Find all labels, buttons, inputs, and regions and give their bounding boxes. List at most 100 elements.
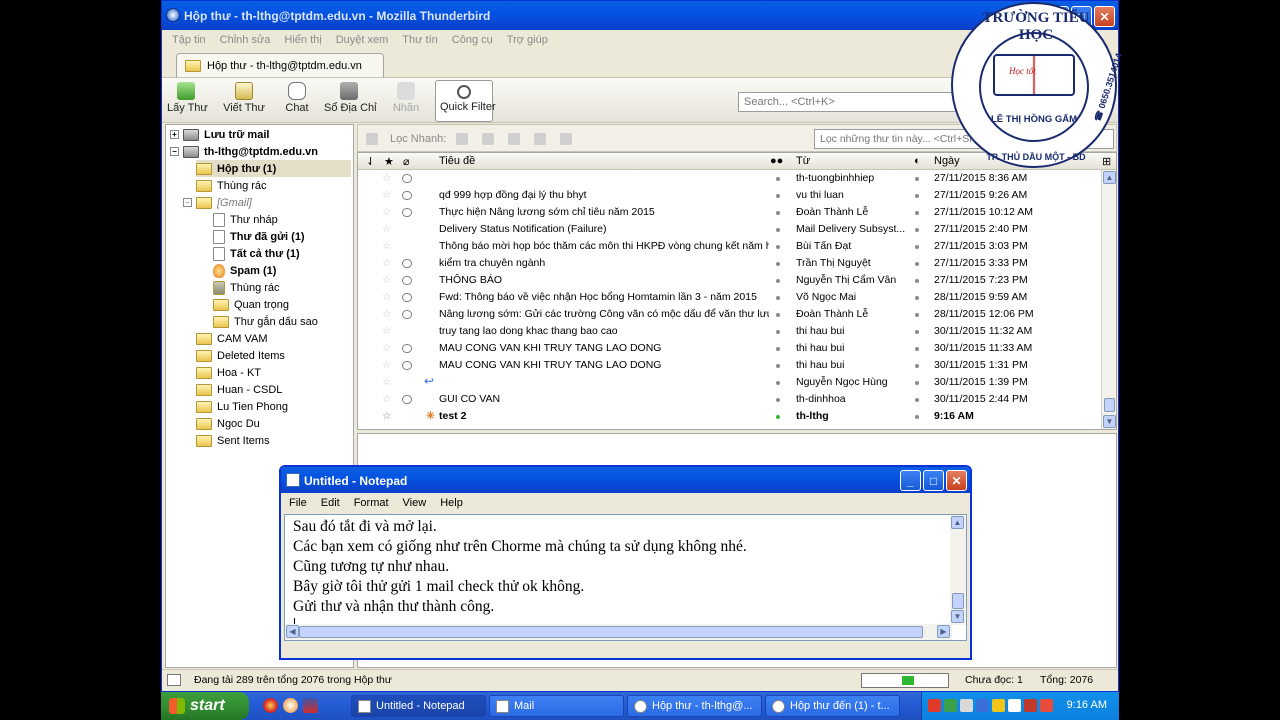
junk-status-icon[interactable] xyxy=(915,313,919,317)
star-icon[interactable]: ☆ xyxy=(382,257,391,269)
folder-sent-items[interactable]: Sent Items xyxy=(196,432,270,449)
message-row[interactable]: ☆ kiểm tra chuyên ngành Trần Thị Nguyệt 27/… xyxy=(358,255,1102,272)
attachment-column-icon[interactable]: ⌀ xyxy=(403,155,410,168)
read-status-icon[interactable] xyxy=(776,398,780,402)
unread-status-icon[interactable] xyxy=(776,415,780,419)
network-icon[interactable] xyxy=(944,699,957,712)
online-status-icon[interactable] xyxy=(167,674,181,686)
start-button[interactable]: start xyxy=(161,692,249,720)
folder-hoa-kt[interactable]: Hoa - KT xyxy=(196,364,261,381)
junk-status-icon[interactable] xyxy=(915,262,919,266)
junk-status-icon[interactable] xyxy=(915,398,919,402)
message-row[interactable]: ☆ ↩ Nguyễn Ngọc Hùng 30/11/2015 1:39 PM xyxy=(358,374,1102,391)
star-icon[interactable]: ☆ xyxy=(382,342,391,354)
message-row[interactable]: ☆ Thông báo mời họp bóc thăm các môn thi … xyxy=(358,238,1102,255)
junk-status-icon[interactable] xyxy=(915,228,919,232)
tag-filter-icon[interactable] xyxy=(534,133,546,145)
folder-lu-tien-phong[interactable]: Lu Tien Phong xyxy=(196,398,288,415)
star-icon[interactable]: ☆ xyxy=(382,172,391,184)
star-icon[interactable]: ☆ xyxy=(382,376,391,388)
security-icon[interactable] xyxy=(992,699,1005,712)
junk-column-icon[interactable]: ◐ xyxy=(914,155,921,167)
folder-inbox[interactable]: Hộp thư (1) xyxy=(196,160,351,177)
message-row[interactable]: ☆ Nâng lương sớm: Gửi các trường Công văn… xyxy=(358,306,1102,323)
star-icon[interactable]: ☆ xyxy=(382,274,391,286)
folder-gmail-trash[interactable]: Thùng rác xyxy=(213,279,280,296)
message-row[interactable]: ☆ truy tang lao dong khac thang bao cao th… xyxy=(358,323,1102,340)
chat-button[interactable]: Chat xyxy=(282,82,312,120)
scroll-thumb[interactable] xyxy=(299,626,923,638)
bluetooth-icon[interactable] xyxy=(976,699,989,712)
account-root[interactable]: − th-lthg@tptdm.edu.vn xyxy=(170,143,318,160)
antivirus-icon[interactable] xyxy=(928,699,941,712)
read-column-icon[interactable]: ●● xyxy=(770,155,783,167)
scroll-up-icon[interactable]: ▲ xyxy=(1103,171,1116,184)
message-row[interactable]: ☆ GUI CO VAN th-dinhhoa 30/11/2015 2:44 PM xyxy=(358,391,1102,408)
read-status-icon[interactable] xyxy=(776,177,780,181)
notepad-horizontal-scrollbar[interactable]: ◀ ▶ xyxy=(285,624,952,640)
firefox-icon[interactable] xyxy=(283,698,298,713)
notepad-menu-view[interactable]: View xyxy=(403,497,427,509)
notepad-menu-format[interactable]: Format xyxy=(354,497,389,509)
message-row-unread[interactable]: ☆ ✳ test 2 th-lthg 9:16 AM xyxy=(358,408,1102,425)
expand-icon[interactable]: + xyxy=(170,130,179,139)
notepad-text-area[interactable]: Sau đó tắt đi và mở lại. Các bạn xem có … xyxy=(284,514,967,641)
notepad-menu-file[interactable]: File xyxy=(289,497,307,509)
folder-cam-vam[interactable]: CAM VAM xyxy=(196,330,268,347)
star-icon[interactable]: ☆ xyxy=(382,291,391,303)
scroll-down-icon[interactable]: ▼ xyxy=(1103,415,1116,428)
read-status-icon[interactable] xyxy=(776,262,780,266)
folder-starred[interactable]: Thư gắn dấu sao xyxy=(213,313,318,330)
taskbar-browser-inbox[interactable]: Hộp thư đến (1) - t... xyxy=(765,695,900,717)
scroll-left-icon[interactable]: ◀ xyxy=(286,625,299,638)
read-status-icon[interactable] xyxy=(776,245,780,249)
collapse-icon[interactable]: − xyxy=(170,147,179,156)
folder-sent[interactable]: Thư đã gửi (1) xyxy=(213,228,305,245)
address-book-button[interactable]: Sổ Địa Chỉ xyxy=(324,82,377,120)
notepad-vertical-scrollbar[interactable]: ▲ ▼ xyxy=(950,515,966,625)
folder-huan-csdl[interactable]: Huan - CSDL xyxy=(196,381,282,398)
tab-inbox[interactable]: Hộp thư - th-lthg@tptdm.edu.vn xyxy=(176,53,384,77)
menu-go[interactable]: Duyệt xem xyxy=(336,34,389,46)
column-from[interactable]: Từ xyxy=(796,155,810,167)
chrome-icon[interactable] xyxy=(263,698,278,713)
message-row[interactable]: ☆ qđ 999 hợp đồng đại lý thu bhyt vu thi l… xyxy=(358,187,1102,204)
message-row[interactable]: ☆ THÔNG BÁO Nguyễn Thị Cẩm Vân 27/11/2015 7… xyxy=(358,272,1102,289)
read-status-icon[interactable] xyxy=(776,296,780,300)
menu-edit[interactable]: Chỉnh sửa xyxy=(220,34,271,46)
notepad-menu-edit[interactable]: Edit xyxy=(321,497,340,509)
message-row[interactable]: ☆ Fwd: Thông báo về việc nhận Học bổng Ho… xyxy=(358,289,1102,306)
scroll-right-icon[interactable]: ▶ xyxy=(937,625,950,638)
folder-archive[interactable]: + Lưu trữ mail xyxy=(170,126,269,143)
read-status-icon[interactable] xyxy=(776,194,780,198)
notepad-maximize-button[interactable]: □ xyxy=(923,470,944,491)
scroll-up-icon[interactable]: ▲ xyxy=(951,516,964,529)
global-search-input[interactable]: Search... <Ctrl+K> xyxy=(738,92,968,112)
message-row[interactable]: ☆ MAU CONG VAN KHI TRUY TANG LAO DONG thi … xyxy=(358,357,1102,374)
junk-status-icon[interactable] xyxy=(915,381,919,385)
star-icon[interactable]: ☆ xyxy=(382,325,391,337)
folder-ngoc-du[interactable]: Ngoc Du xyxy=(196,415,260,432)
star-icon[interactable]: ☆ xyxy=(382,206,391,218)
junk-status-icon[interactable] xyxy=(915,245,919,249)
scroll-down-icon[interactable]: ▼ xyxy=(951,610,964,623)
read-status-icon[interactable] xyxy=(776,364,780,368)
folder-drafts[interactable]: Thư nháp xyxy=(213,211,278,228)
tag-button[interactable]: Nhãn xyxy=(390,82,422,120)
unread-filter-icon[interactable] xyxy=(456,133,468,145)
message-row[interactable]: ☆ Thực hiện Nâng lương sớm chỉ tiêu năm 2… xyxy=(358,204,1102,221)
star-column-icon[interactable]: ★ xyxy=(384,155,394,168)
junk-status-icon[interactable] xyxy=(915,211,919,215)
junk-status-icon[interactable] xyxy=(915,279,919,283)
notepad-menu-help[interactable]: Help xyxy=(440,497,463,509)
read-status-icon[interactable] xyxy=(776,330,780,334)
junk-status-icon[interactable] xyxy=(915,330,919,334)
notepad-minimize-button[interactable]: _ xyxy=(900,470,921,491)
junk-status-icon[interactable] xyxy=(915,347,919,351)
volume-icon[interactable] xyxy=(1008,699,1021,712)
star-icon[interactable]: ☆ xyxy=(382,240,391,252)
shield-icon[interactable] xyxy=(1024,699,1037,712)
unikey-icon[interactable] xyxy=(1040,699,1053,712)
menu-message[interactable]: Thư tín xyxy=(402,34,438,46)
read-status-icon[interactable] xyxy=(776,211,780,215)
